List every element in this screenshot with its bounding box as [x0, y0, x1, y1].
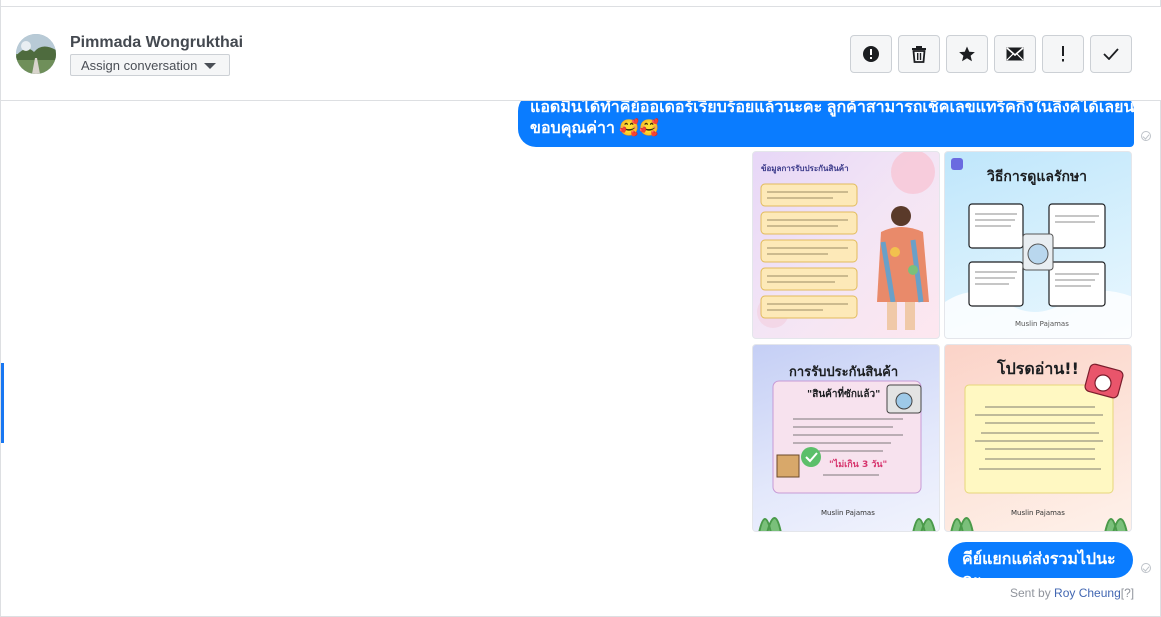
check-icon	[1103, 48, 1119, 60]
star-button[interactable]	[946, 35, 988, 73]
tile-title: โปรดอ่าน!!	[997, 359, 1079, 378]
tile-subtitle: "สินค้าที่ซักแล้ว"	[807, 389, 881, 400]
image-attachment[interactable]: ข้อมูลการรับประกันสินค้า	[752, 151, 940, 339]
conversation-panel: Pimmada Wongrukthai Assign conversation	[0, 0, 1161, 617]
tile-title: การรับประกันสินค้า	[789, 365, 899, 380]
tile-title: ข้อมูลการรับประกันสินค้า	[761, 164, 849, 173]
seen-check-icon	[1141, 131, 1151, 141]
tile-brand: Muslin Pajamas	[821, 509, 875, 517]
follow-up-button[interactable]	[1042, 35, 1084, 73]
seen-check-icon	[1141, 563, 1151, 573]
done-button[interactable]	[1090, 35, 1132, 73]
exclamation-icon	[1060, 46, 1066, 62]
envelope-icon	[1006, 47, 1024, 61]
image-attachment[interactable]: โปรดอ่าน!! Muslin Pajamas	[944, 344, 1132, 532]
delete-button[interactable]	[898, 35, 940, 73]
assign-label: Assign conversation	[81, 58, 198, 73]
selection-indicator	[1, 363, 4, 443]
caret-down-icon	[204, 63, 216, 69]
image-grid: ข้อมูลการรับประกันสินค้า Muslin Pajamas …	[752, 151, 1133, 532]
message-thread[interactable]: แอดมินได้ทำคีย์ออเดอร์เรียบร้อยแล้วนะคะ …	[4, 101, 1160, 617]
svg-text:Muslin Pajamas: Muslin Pajamas	[1015, 320, 1069, 328]
sender-link[interactable]: Roy Cheung	[1054, 586, 1121, 600]
conversation-header: Pimmada Wongrukthai Assign conversation	[1, 7, 1161, 101]
tile-emphasis: "ไม่เกิน 3 วัน"	[829, 460, 888, 470]
tile-brand: Muslin Pajamas	[1011, 509, 1065, 517]
action-toolbar	[850, 35, 1132, 73]
star-icon	[958, 45, 976, 63]
image-attachment[interactable]: Muslin Pajamas วิธีการดูแลรักษา	[944, 151, 1132, 339]
spam-button[interactable]	[850, 35, 892, 73]
message-bubble[interactable]: คีย์แยกแต่ส่งรวมไปนะคะ	[948, 542, 1133, 589]
sent-by-label: Sent by Roy Cheung[?]	[1010, 586, 1134, 600]
sent-by-prefix: Sent by	[1010, 586, 1055, 600]
tile-title: วิธีการดูแลรักษา	[987, 169, 1088, 185]
message-line: ขอบคุณค่าา 🥰🥰	[530, 120, 660, 137]
message-bubble[interactable]: แอดมินได้ทำคีย์ออเดอร์เรียบร้อยแล้วนะคะ …	[518, 101, 1134, 147]
avatar[interactable]	[16, 34, 56, 74]
image-attachment[interactable]: การรับประกันสินค้า "สินค้าที่ซักแล้ว" "ไ…	[752, 344, 940, 532]
trash-icon	[911, 45, 927, 63]
contact-name[interactable]: Pimmada Wongrukthai	[70, 34, 243, 52]
spam-icon	[862, 45, 880, 63]
assign-conversation-dropdown[interactable]: Assign conversation	[70, 54, 230, 76]
help-link[interactable]: [?]	[1121, 586, 1134, 600]
message-text: คีย์แยกแต่ส่งรวมไปนะคะ	[962, 551, 1116, 589]
message-line: แอดมินได้ทำคีย์ออเดอร์เรียบร้อยแล้วนะคะ …	[530, 101, 1134, 116]
mark-unread-button[interactable]	[994, 35, 1036, 73]
